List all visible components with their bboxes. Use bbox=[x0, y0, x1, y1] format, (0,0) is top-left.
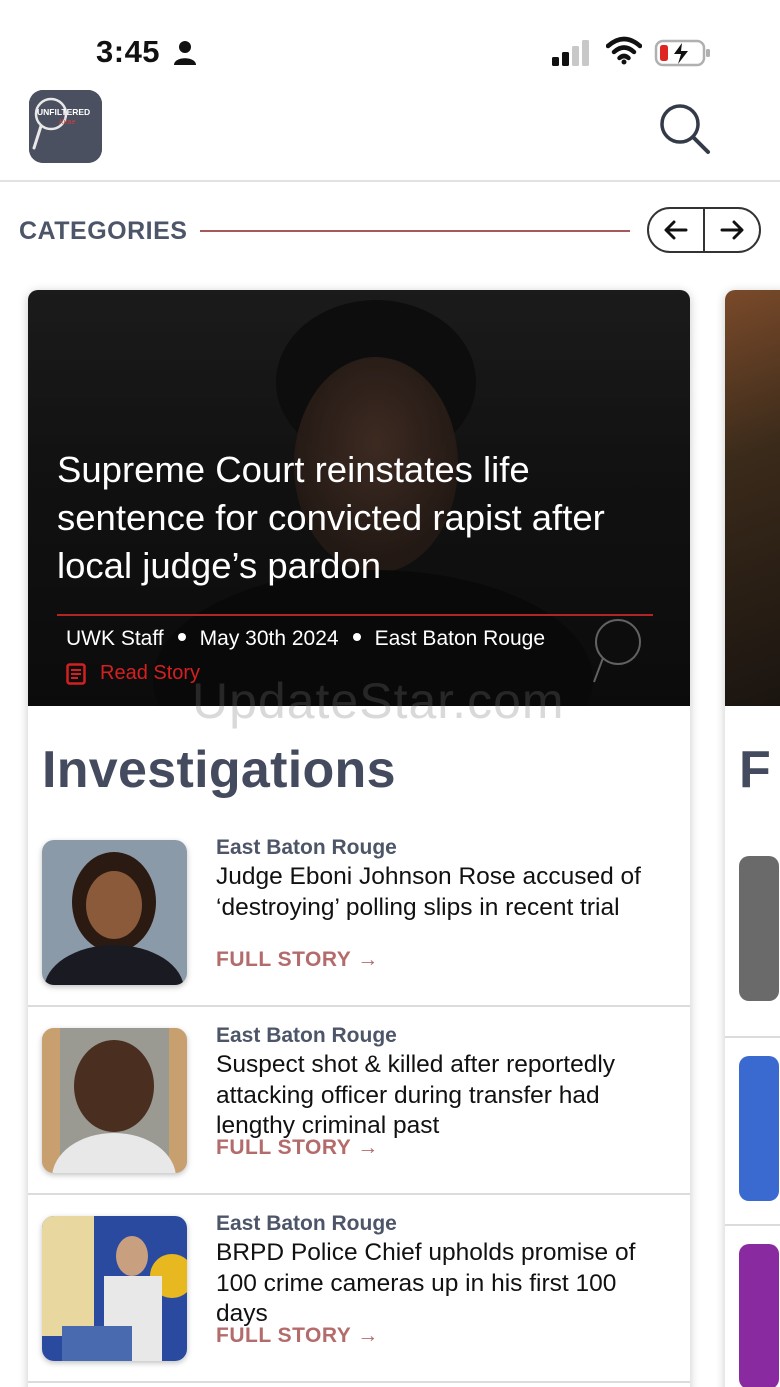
story-thumbnail bbox=[42, 840, 187, 985]
logo-text-top: UNFILTERED bbox=[37, 107, 90, 117]
story-thumbnail bbox=[42, 1028, 187, 1173]
status-bar: 3:45 bbox=[0, 0, 780, 90]
meta-separator bbox=[177, 633, 186, 642]
featured-meta: UWK Staff May 30th 2024 East Baton Rouge bbox=[66, 627, 545, 651]
categories-divider bbox=[200, 230, 630, 232]
person-icon bbox=[174, 41, 196, 65]
categories-row: CATEGORIES bbox=[0, 205, 780, 257]
cellular-signal-icon bbox=[552, 40, 589, 66]
app-logo[interactable]: UNFILTERED Kirae bbox=[29, 90, 102, 163]
read-story-link[interactable]: Read Story bbox=[66, 662, 200, 685]
peek-featured-image bbox=[725, 290, 780, 706]
previous-category-button[interactable] bbox=[649, 209, 703, 251]
story-title: Judge Eboni Johnson Rose accused of ‘des… bbox=[216, 863, 641, 921]
story-thumbnail bbox=[42, 1216, 187, 1361]
story-location: East Baton Rouge bbox=[216, 836, 397, 859]
logo-watermark-icon bbox=[593, 619, 641, 683]
list-item[interactable]: East Baton Rouge BRPD Police Chief uphol… bbox=[28, 1196, 690, 1383]
featured-date: May 30th 2024 bbox=[199, 627, 339, 650]
list-item[interactable]: East Baton Rouge Judge Eboni Johnson Ros… bbox=[28, 820, 690, 1007]
peek-section-title: F bbox=[739, 741, 771, 799]
peek-thumbnail bbox=[739, 1244, 779, 1387]
full-story-link[interactable]: FULL STORY → bbox=[216, 948, 379, 972]
peek-divider bbox=[725, 1224, 780, 1226]
arrow-left-icon bbox=[664, 220, 688, 240]
next-category-button[interactable] bbox=[703, 209, 759, 251]
peek-divider bbox=[725, 1036, 780, 1038]
story-title: Suspect shot & killed after reportedly a… bbox=[216, 1051, 616, 1139]
category-card-investigations: Supreme Court reinstates life sentence f… bbox=[28, 290, 690, 1387]
section-title: Investigations bbox=[42, 741, 396, 799]
full-story-link[interactable]: FULL STORY → bbox=[216, 1324, 379, 1348]
status-time: 3:45 bbox=[96, 34, 161, 69]
categories-label: CATEGORIES bbox=[19, 217, 188, 245]
featured-location: East Baton Rouge bbox=[374, 627, 546, 650]
peek-thumbnail bbox=[739, 856, 779, 1001]
meta-separator bbox=[352, 633, 361, 642]
story-location: East Baton Rouge bbox=[216, 1212, 397, 1235]
category-nav bbox=[647, 207, 761, 253]
logo-text-bottom: Kirae bbox=[59, 119, 75, 126]
document-icon bbox=[66, 662, 86, 685]
battery-charging-icon bbox=[654, 39, 710, 67]
list-item[interactable]: East Baton Rouge Suspect shot & killed a… bbox=[28, 1008, 690, 1195]
category-card-next[interactable]: F bbox=[725, 290, 780, 1387]
arrow-right-icon bbox=[720, 220, 744, 240]
featured-story-title: Supreme Court reinstates life sentence f… bbox=[57, 449, 605, 586]
featured-story[interactable]: Supreme Court reinstates life sentence f… bbox=[28, 290, 690, 706]
featured-divider bbox=[57, 614, 653, 616]
logo-magnifier-icon: UNFILTERED Kirae bbox=[29, 90, 102, 163]
full-story-link[interactable]: FULL STORY → bbox=[216, 1136, 379, 1160]
wifi-icon bbox=[606, 36, 642, 65]
read-story-label: Read Story bbox=[100, 662, 201, 684]
featured-author: UWK Staff bbox=[66, 627, 164, 650]
story-location: East Baton Rouge bbox=[216, 1024, 397, 1047]
story-title: BRPD Police Chief upholds promise of 100… bbox=[216, 1239, 636, 1327]
search-icon[interactable] bbox=[654, 98, 716, 160]
peek-thumbnail bbox=[739, 1056, 779, 1201]
app-header: UNFILTERED Kirae bbox=[0, 90, 780, 182]
